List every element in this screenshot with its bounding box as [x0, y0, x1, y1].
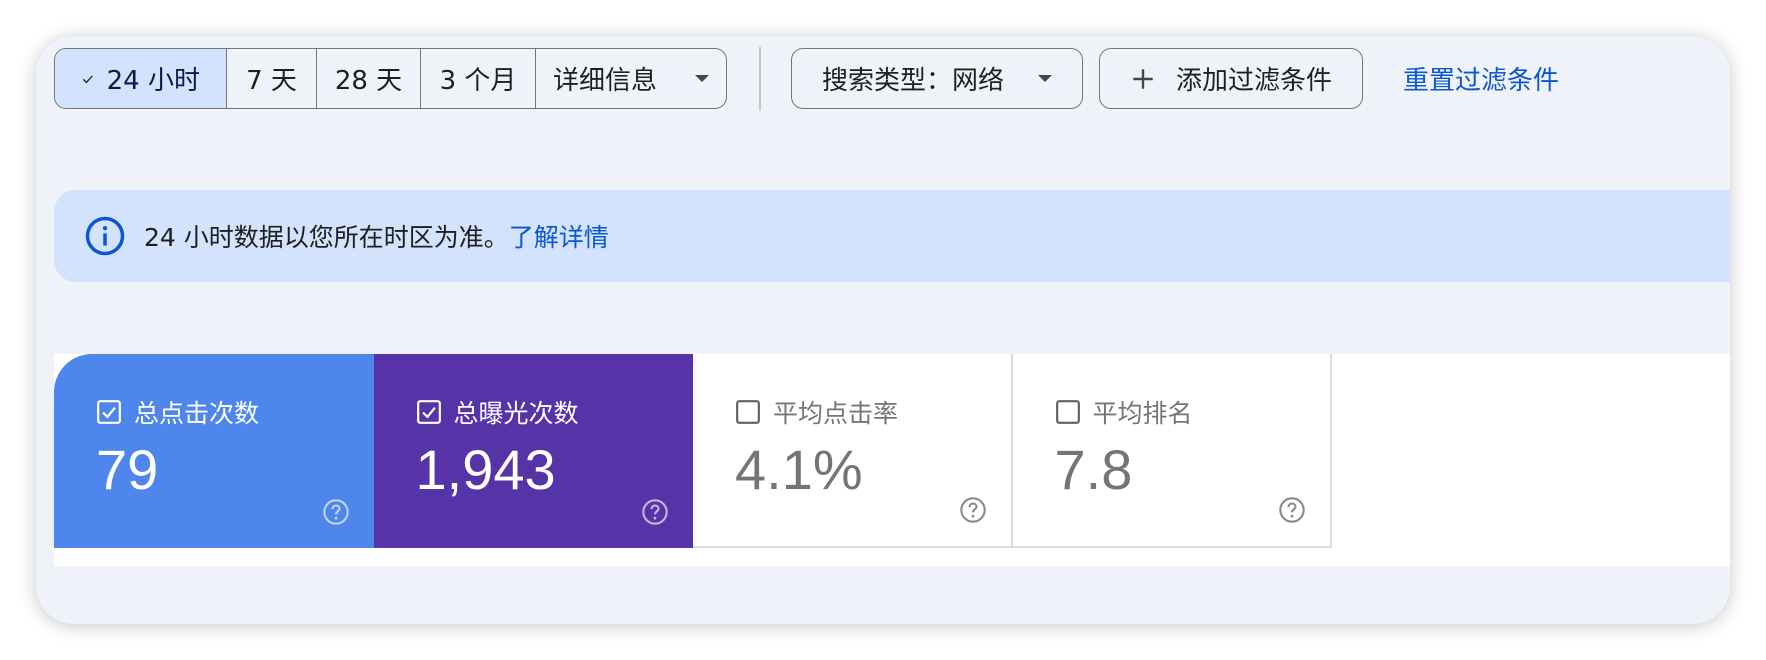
learn-more-link[interactable]: 了解详情	[509, 218, 609, 254]
date-range-7d[interactable]: 7 天	[227, 49, 317, 108]
checkbox-unchecked-icon[interactable]	[1055, 399, 1081, 425]
checkbox-checked-icon[interactable]	[416, 399, 442, 425]
performance-card: 24 小时 7 天 28 天 3 个月 详细信息 搜索类型：网络 添加过滤条件 …	[36, 36, 1730, 624]
checkbox-unchecked-icon[interactable]	[735, 399, 761, 425]
date-range-selector: 24 小时 7 天 28 天 3 个月 详细信息	[54, 48, 727, 109]
metric-total-impressions[interactable]: 总曝光次数 1,943	[373, 354, 693, 548]
search-type-label: 搜索类型：网络	[822, 66, 1005, 96]
reset-filters-link[interactable]: 重置过滤条件	[1403, 60, 1559, 97]
metric-value: 1,943	[415, 438, 556, 501]
help-icon[interactable]	[1278, 496, 1306, 524]
date-range-3m[interactable]: 3 个月	[421, 49, 536, 108]
plus-icon	[1133, 68, 1153, 89]
metrics-panel: 总点击次数 79 总曝光次数 1,943 平均点击率 4.1% 平均排名 7.8	[54, 354, 1730, 566]
metric-value: 79	[96, 438, 159, 501]
date-range-label: 3 个月	[439, 66, 517, 96]
help-icon[interactable]	[959, 496, 987, 524]
checkmark-icon	[82, 74, 93, 83]
metric-label: 总点击次数	[134, 399, 260, 428]
info-banner: 24 小时数据以您所在时区为准。 了解详情	[54, 190, 1730, 282]
date-range-label: 28 天	[334, 66, 403, 96]
metric-value: 7.8	[1054, 438, 1133, 501]
metric-total-clicks[interactable]: 总点击次数 79	[54, 354, 374, 548]
toolbar-divider	[759, 46, 761, 111]
chevron-down-icon	[1038, 75, 1053, 82]
add-filter-button[interactable]: 添加过滤条件	[1099, 48, 1364, 109]
date-range-label: 24 小时	[106, 66, 200, 96]
help-icon[interactable]	[641, 498, 669, 526]
add-filter-label: 添加过滤条件	[1176, 66, 1333, 96]
info-icon	[85, 216, 125, 256]
metric-label: 总曝光次数	[453, 399, 579, 428]
checkbox-checked-icon[interactable]	[96, 399, 122, 425]
search-type-dropdown[interactable]: 搜索类型：网络	[791, 48, 1084, 109]
help-icon[interactable]	[322, 498, 350, 526]
date-range-more-dropdown[interactable]: 详细信息	[536, 49, 726, 108]
metric-average-ctr[interactable]: 平均点击率 4.1%	[693, 354, 1013, 548]
filter-toolbar: 24 小时 7 天 28 天 3 个月 详细信息 搜索类型：网络 添加过滤条件 …	[54, 46, 1559, 111]
date-range-label: 7 天	[246, 66, 297, 96]
metric-average-position[interactable]: 平均排名 7.8	[1012, 354, 1332, 548]
date-range-28d[interactable]: 28 天	[317, 49, 421, 108]
date-range-label: 详细信息	[553, 66, 658, 96]
banner-text: 24 小时数据以您所在时区为准。	[144, 223, 509, 252]
date-range-24h[interactable]: 24 小时	[55, 49, 227, 108]
metric-value: 4.1%	[735, 438, 863, 501]
chevron-down-icon	[695, 75, 710, 82]
metric-label: 平均点击率	[773, 399, 899, 428]
metric-label: 平均排名	[1092, 399, 1193, 428]
